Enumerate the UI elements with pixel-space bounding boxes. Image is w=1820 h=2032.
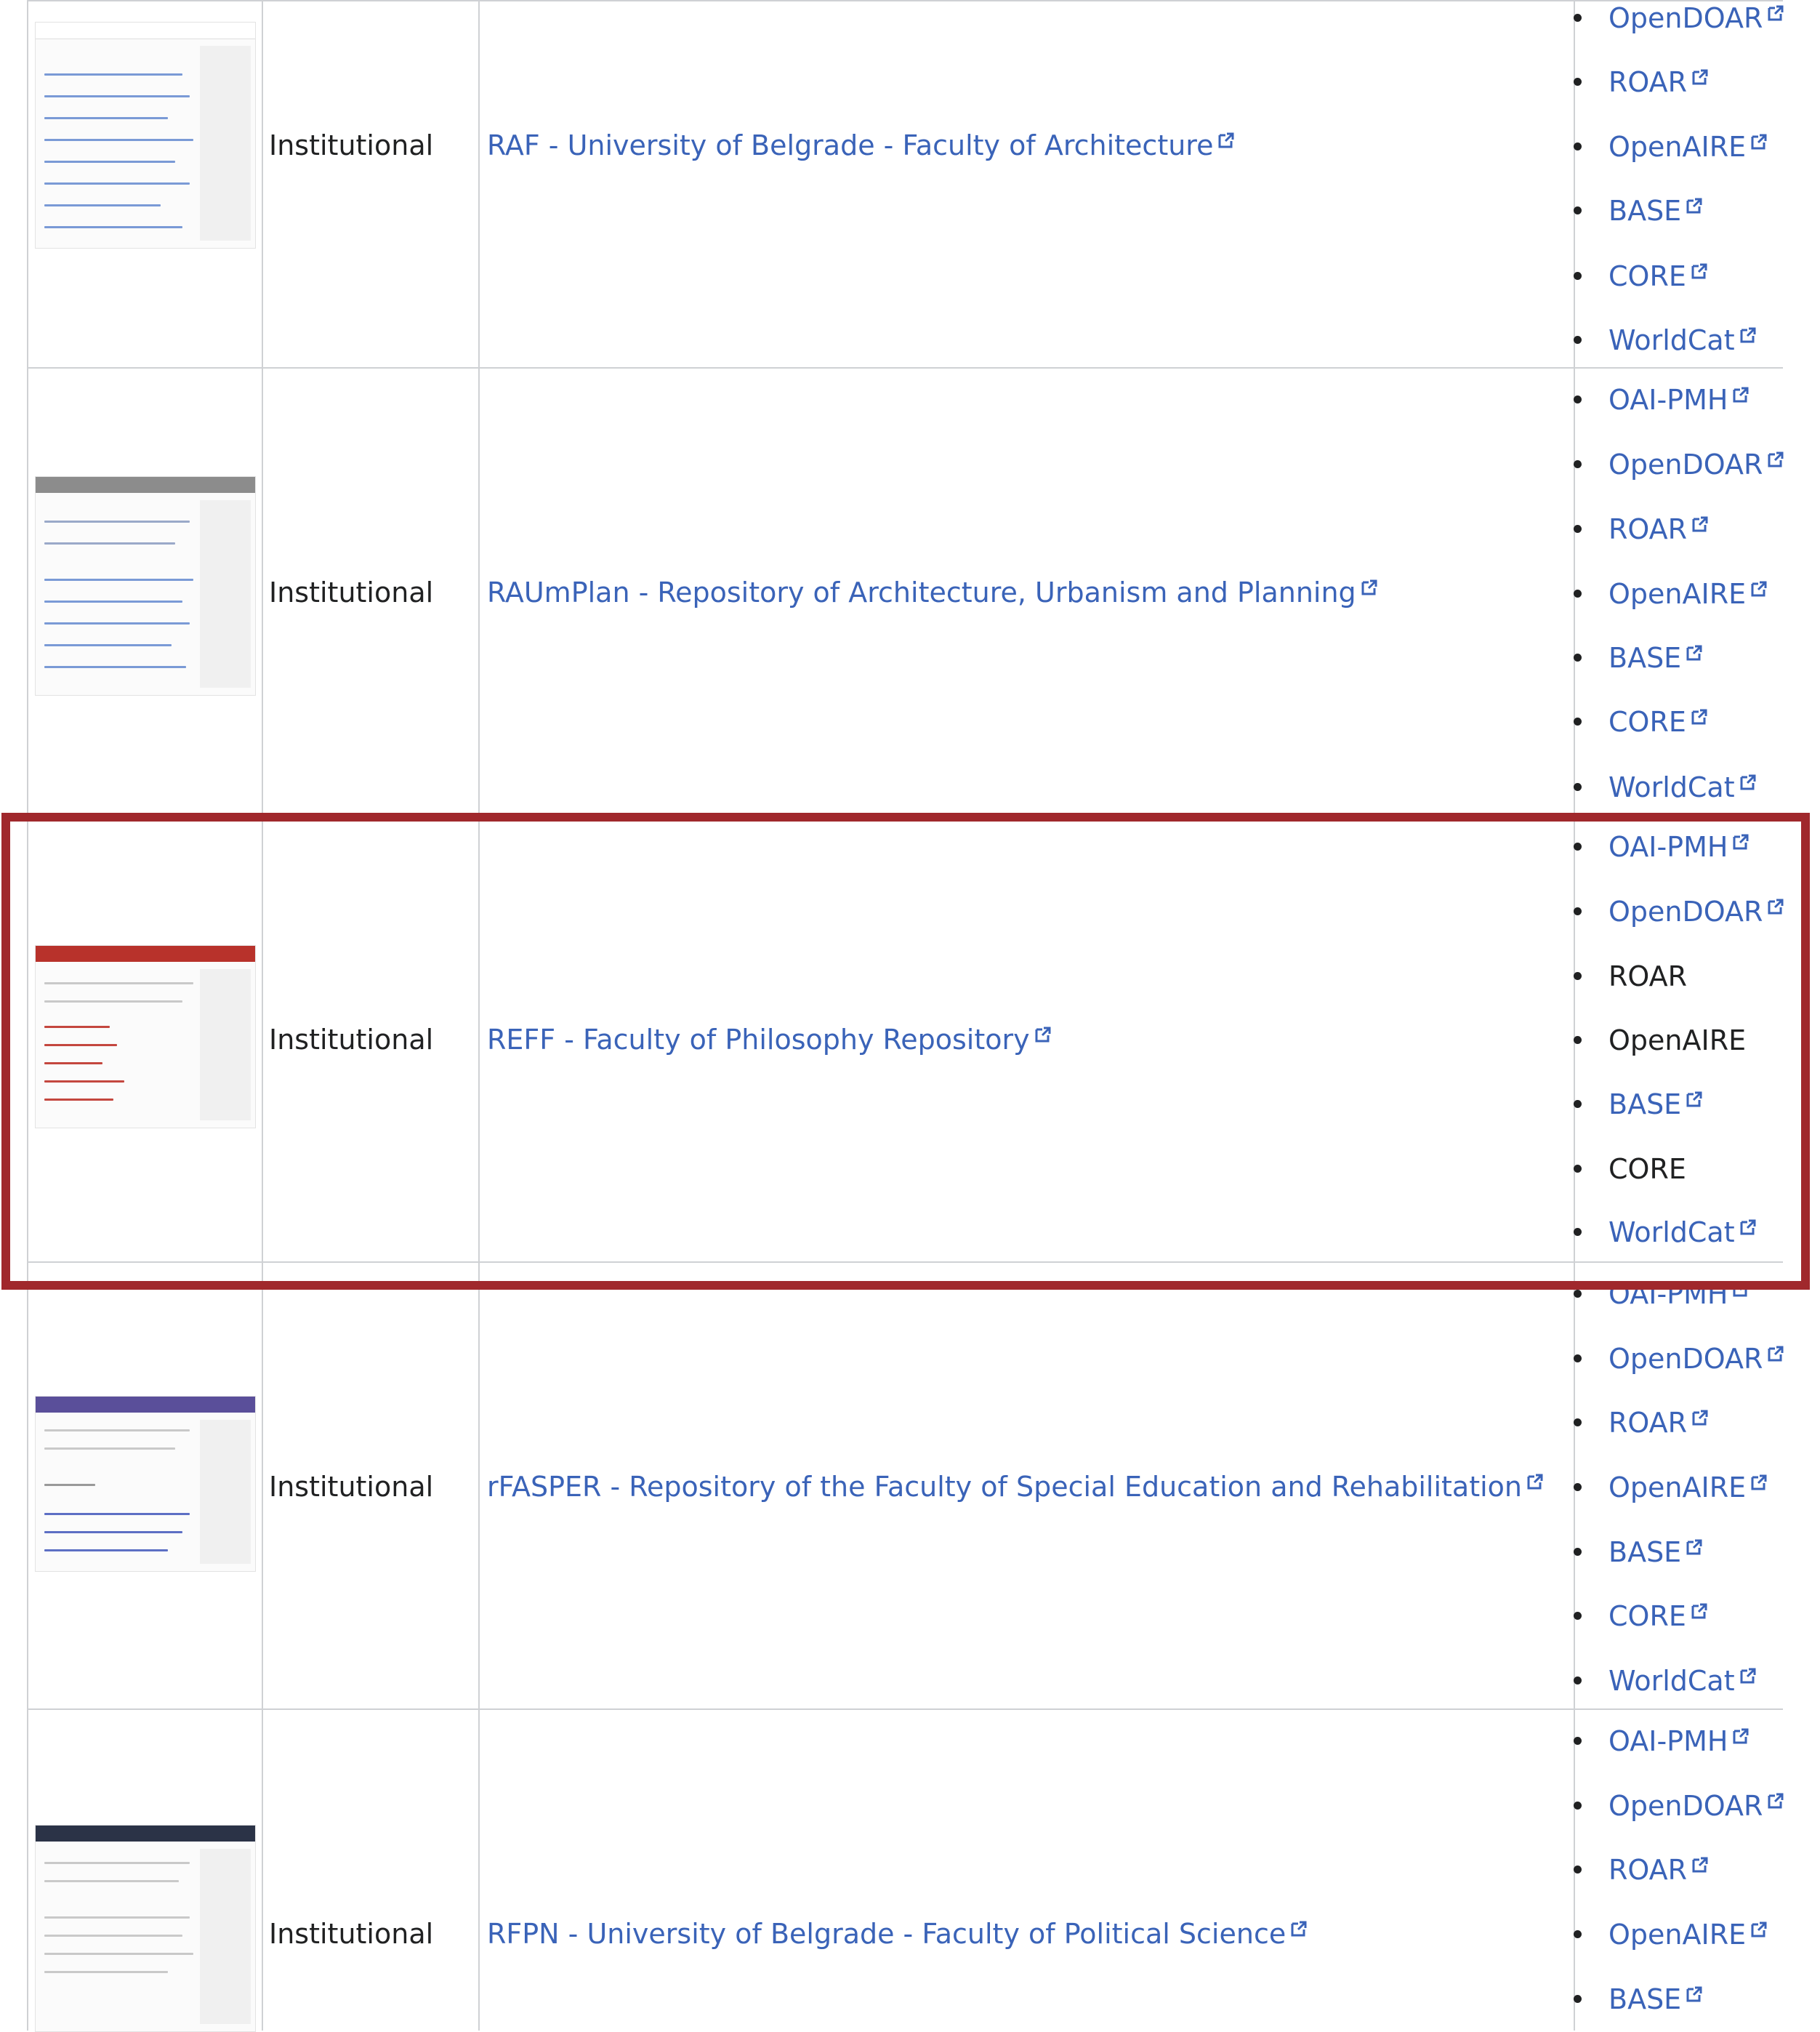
service-link-openaire[interactable]: OpenAIRE [1574,129,1768,165]
external-link-icon [1691,263,1707,279]
repository-screenshot-thumbnail[interactable] [35,1825,256,2032]
repository-screenshot-thumbnail[interactable] [35,476,256,696]
external-link-icon [1768,1793,1784,1809]
service-link-oai-pmh[interactable]: OAI-PMH [1574,1723,1749,1759]
bullet-icon [1574,14,1582,22]
service-link-base[interactable]: BASE [1574,1981,1703,2017]
service-link-opendoar[interactable]: OpenDOAR [1574,1341,1784,1377]
bullet-icon [1574,654,1582,662]
repository-name-label: RAF - University of Belgrade - Faculty o… [487,129,1214,161]
service-link-roar[interactable]: ROAR [1574,64,1709,100]
external-link-icon [1692,69,1708,85]
external-link-icon [1768,1346,1784,1362]
bullet-icon [1574,1354,1582,1362]
service-link-roar[interactable]: ROAR [1574,511,1709,547]
external-link-icon [1751,1474,1767,1490]
row-divider [27,0,1783,1]
bullet-icon [1574,1866,1582,1874]
repository-name-link[interactable]: RFPN - University of Belgrade - Faculty … [487,1918,1308,1950]
service-link-oai-pmh[interactable]: OAI-PMH [1574,382,1749,418]
service-link-base[interactable]: BASE [1574,1534,1703,1570]
bullet-icon [1574,206,1582,214]
external-link-icon [1361,579,1377,595]
bullet-icon [1574,395,1582,403]
external-link-icon [1686,1986,1702,2002]
bullet-icon [1574,1418,1582,1426]
external-link-icon [1691,1603,1707,1619]
bullet-icon [1574,336,1582,344]
repository-name-label: rFASPER - Repository of the Faculty of S… [487,1471,1522,1503]
bullet-icon [1574,783,1582,791]
external-link-icon [1692,1857,1708,1873]
external-link-icon [1751,1921,1767,1937]
service-link-roar[interactable]: ROAR [1574,1852,1709,1888]
bullet-icon [1574,1676,1582,1684]
service-link-opendoar[interactable]: OpenDOAR [1574,446,1784,483]
bullet-icon [1574,1995,1582,2003]
service-link-opendoar[interactable]: OpenDOAR [1574,1788,1784,1824]
bullet-icon [1574,1290,1582,1298]
repository-type: Institutional [269,1471,434,1503]
repository-name-link[interactable]: RAF - University of Belgrade - Faculty o… [487,129,1235,161]
external-link-icon [1740,327,1756,343]
external-link-icon [1768,5,1784,21]
bullet-icon [1574,272,1582,280]
service-link-base[interactable]: BASE [1574,193,1703,229]
external-link-icon [1218,132,1234,148]
external-link-icon [1740,774,1756,790]
bullet-icon [1574,1612,1582,1620]
external-link-icon [1686,1539,1702,1555]
row-highlight-box [1,813,1810,1290]
repository-type: Institutional [269,1918,434,1950]
bullet-icon [1574,1483,1582,1491]
external-link-icon [1751,134,1767,150]
service-link-openaire[interactable]: OpenAIRE [1574,576,1768,612]
service-link-worldcat[interactable]: WorldCat [1574,769,1757,806]
external-link-icon [1692,516,1708,532]
repository-type: Institutional [269,577,434,609]
row-divider [27,1708,1783,1710]
service-link-openaire[interactable]: OpenAIRE [1574,1469,1768,1506]
service-link-base[interactable]: BASE [1574,640,1703,676]
bullet-icon [1574,590,1582,598]
external-link-icon [1751,581,1767,597]
external-link-icon [1291,1921,1307,1937]
service-link-core[interactable]: CORE [1574,1598,1708,1634]
row-divider [27,367,1783,369]
service-link-core[interactable]: CORE [1574,258,1708,294]
external-link-icon [1768,451,1784,467]
bullet-icon [1574,1930,1582,1938]
external-link-icon [1686,198,1702,214]
repository-screenshot-thumbnail[interactable] [35,1396,256,1572]
service-link-opendoar[interactable]: OpenDOAR [1574,0,1784,36]
bullet-icon [1574,718,1582,726]
repository-screenshot-thumbnail[interactable] [35,22,256,249]
repository-name-link[interactable]: rFASPER - Repository of the Faculty of S… [487,1471,1544,1503]
bullet-icon [1574,1802,1582,1810]
external-link-icon [1740,1668,1756,1684]
external-link-icon [1733,387,1749,403]
service-link-openaire[interactable]: OpenAIRE [1574,1916,1768,1953]
repository-name-label: RFPN - University of Belgrade - Faculty … [487,1918,1287,1950]
bullet-icon [1574,1737,1582,1745]
repository-type: Institutional [269,129,434,161]
repository-name-label: RAUmPlan - Repository of Architecture, U… [487,577,1356,609]
external-link-icon [1733,1728,1749,1744]
external-link-icon [1527,1474,1543,1490]
repository-name-link[interactable]: RAUmPlan - Repository of Architecture, U… [487,577,1378,609]
service-link-core[interactable]: CORE [1574,704,1708,740]
external-link-icon [1692,1410,1708,1426]
external-link-icon [1691,709,1707,725]
bullet-icon [1574,142,1582,150]
bullet-icon [1574,460,1582,468]
service-link-roar[interactable]: ROAR [1574,1405,1709,1441]
external-link-icon [1686,645,1702,661]
service-link-worldcat[interactable]: WorldCat [1574,1663,1757,1699]
service-link-worldcat[interactable]: WorldCat [1574,322,1757,358]
bullet-icon [1574,78,1582,86]
bullet-icon [1574,525,1582,533]
bullet-icon [1574,1548,1582,1556]
